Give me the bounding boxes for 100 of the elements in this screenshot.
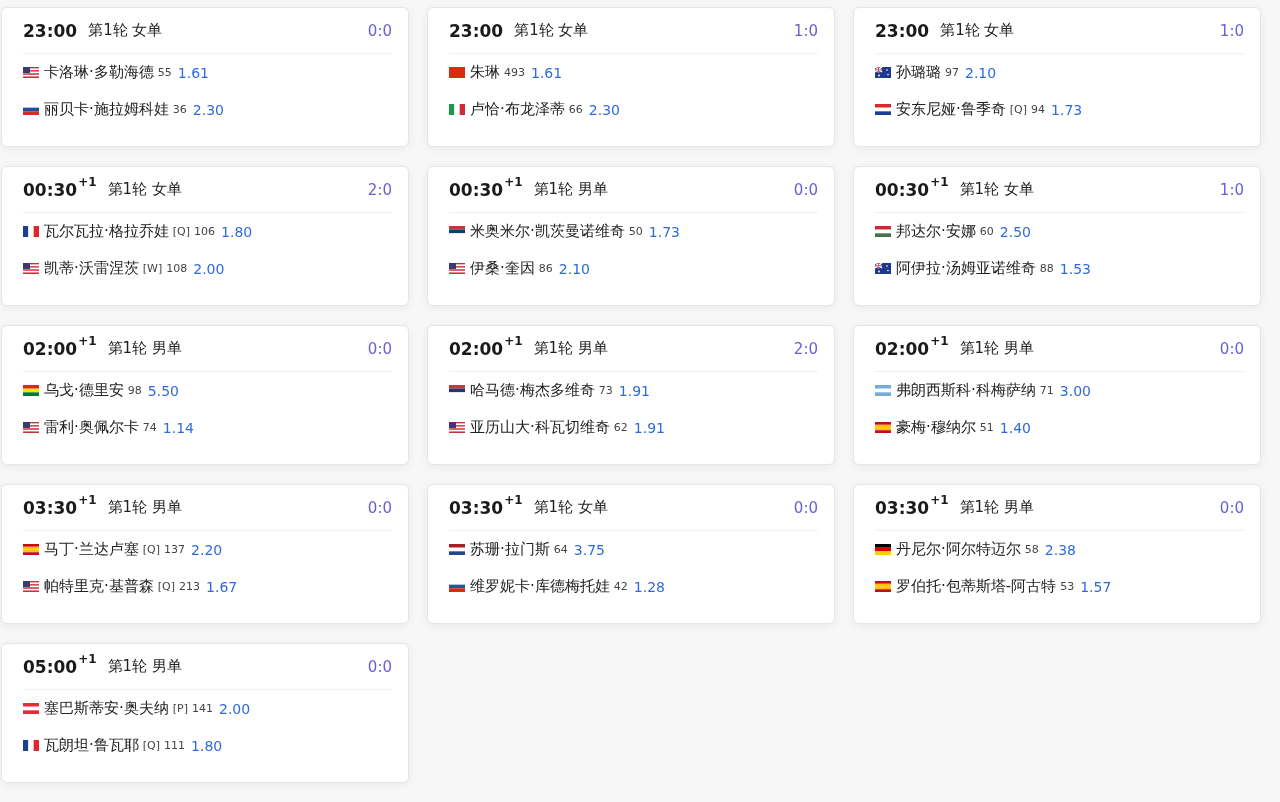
flag-icon — [23, 67, 39, 78]
day-offset: +1 — [930, 175, 949, 189]
entry-tag: [W] — [142, 262, 163, 275]
betting-odds: 1.91 — [618, 382, 650, 399]
flag-icon — [875, 67, 891, 78]
match-score: 0:0 — [367, 657, 392, 676]
player-name: 豪梅·穆纳尔 — [896, 418, 976, 437]
match-score: 0:0 — [367, 498, 392, 517]
match-time: 00:30 — [449, 179, 504, 200]
match-time: 05:00 — [23, 656, 78, 677]
betting-odds: 3.00 — [1059, 382, 1091, 399]
player-rank: 86 — [538, 262, 553, 275]
day-offset: +1 — [504, 175, 523, 189]
player-rank: 60 — [979, 225, 994, 238]
flag-icon — [23, 263, 39, 274]
player-rank: 141 — [192, 702, 213, 715]
player-rank: 53 — [1060, 580, 1075, 593]
player-name: 雷利·奥佩尔卡 — [44, 418, 139, 437]
match-score: 1:0 — [1219, 21, 1244, 40]
betting-odds: 1.73 — [1051, 101, 1083, 118]
betting-odds: 2.30 — [192, 101, 224, 118]
player-rank: 66 — [568, 103, 583, 116]
player-rank: 51 — [979, 421, 994, 434]
player-rank: 137 — [164, 543, 186, 556]
match-score: 0:0 — [367, 21, 392, 40]
betting-odds: 1.61 — [531, 64, 563, 81]
flag-icon — [449, 385, 465, 396]
match-time: 02:00 — [875, 338, 930, 359]
player-rank: 94 — [1031, 103, 1046, 116]
player-name: 米奥米尔·凯茨曼诺维奇 — [470, 222, 625, 241]
round-label: 第1轮 女单 — [107, 180, 182, 199]
match-score: 0:0 — [793, 498, 818, 517]
match-time: 02:00 — [449, 338, 504, 359]
flag-icon — [23, 385, 39, 396]
match-time: 23:00 — [449, 20, 504, 41]
flag-icon — [875, 581, 891, 592]
betting-odds: 1.28 — [633, 578, 665, 595]
match-time: 00:30 — [23, 179, 78, 200]
player-name: 弗朗西斯科·科梅萨纳 — [896, 381, 1036, 400]
round-label: 第1轮 女单 — [940, 21, 1015, 40]
entry-tag: [Q] — [1009, 103, 1028, 116]
player-rank: 73 — [598, 384, 613, 397]
match-score: 2:0 — [793, 339, 818, 358]
day-offset: +1 — [930, 493, 949, 507]
flag-icon — [875, 385, 891, 396]
player-name: 卡洛琳·多勒海德 — [44, 63, 154, 82]
player-name: 朱琳 — [470, 63, 500, 82]
flag-icon — [449, 67, 465, 78]
player-rank: 50 — [628, 225, 643, 238]
betting-odds: 1.91 — [633, 419, 665, 436]
player-rank: 98 — [127, 384, 142, 397]
match-score: 1:0 — [1219, 180, 1244, 199]
day-offset: +1 — [504, 493, 523, 507]
player-name: 伊桑·奎因 — [470, 259, 535, 278]
match-score: 0:0 — [1219, 339, 1244, 358]
round-label: 第1轮 男单 — [107, 657, 182, 676]
entry-tag: [Q] — [172, 225, 191, 238]
player-name: 凯蒂·沃雷涅茨 — [44, 259, 139, 278]
player-rank: 71 — [1039, 384, 1054, 397]
match-time: 00:30 — [875, 179, 930, 200]
player-name: 丽贝卡·施拉姆科娃 — [44, 100, 169, 119]
player-name: 塞巴斯蒂安·奥夫纳 — [44, 699, 169, 718]
round-label: 第1轮 女单 — [88, 21, 163, 40]
flag-icon — [449, 263, 465, 274]
betting-odds: 2.10 — [558, 260, 590, 277]
match-time: 23:00 — [23, 20, 78, 41]
entry-tag: [Q] — [142, 543, 161, 556]
player-rank: 108 — [166, 262, 188, 275]
player-rank: 42 — [613, 580, 628, 593]
betting-odds: 2.00 — [193, 260, 225, 277]
betting-odds: 1.40 — [999, 419, 1031, 436]
player-name: 罗伯托·包蒂斯塔-阿古特 — [896, 577, 1057, 596]
player-rank: 213 — [179, 580, 201, 593]
player-rank: 36 — [172, 103, 187, 116]
player-name: 瓦尔瓦拉·格拉乔娃 — [44, 222, 169, 241]
player-name: 乌戈·德里安 — [44, 381, 124, 400]
entry-tag: [Q] — [142, 739, 161, 752]
player-rank: 106 — [194, 225, 216, 238]
betting-odds: 2.38 — [1044, 541, 1076, 558]
player-rank: 64 — [553, 543, 568, 556]
player-rank: 88 — [1039, 262, 1054, 275]
flag-icon — [23, 740, 39, 751]
match-score: 0:0 — [793, 180, 818, 199]
round-label: 第1轮 女单 — [533, 498, 608, 517]
player-rank: 55 — [157, 66, 172, 79]
match-score: 1:0 — [793, 21, 818, 40]
match-time: 03:30 — [449, 497, 504, 518]
flag-icon — [449, 226, 465, 237]
betting-odds: 1.67 — [206, 578, 238, 595]
betting-odds: 2.20 — [191, 541, 223, 558]
day-offset: +1 — [78, 175, 97, 189]
player-rank: 111 — [164, 739, 186, 752]
player-rank: 97 — [945, 66, 959, 79]
flag-icon — [875, 544, 891, 555]
betting-odds: 2.30 — [588, 101, 620, 118]
player-name: 孙璐璐 — [896, 63, 941, 82]
betting-odds: 1.14 — [162, 419, 194, 436]
entry-tag: [P] — [172, 702, 188, 715]
match-time: 23:00 — [875, 20, 930, 41]
player-name: 安东尼娅·鲁季奇 — [896, 100, 1006, 119]
